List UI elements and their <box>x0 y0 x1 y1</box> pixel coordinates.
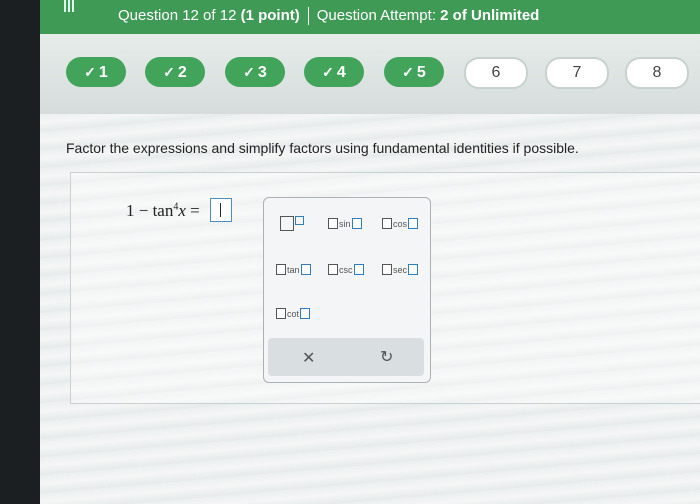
clear-icon[interactable]: ✕ <box>302 348 315 368</box>
sec-template-button[interactable]: sec <box>382 264 419 276</box>
check-icon: ✓ <box>402 64 414 80</box>
question-counter: Question 12 of 12 <box>118 7 237 24</box>
check-icon: ✓ <box>322 64 334 80</box>
question-instruction: Factor the expressions and simplify fact… <box>66 140 579 156</box>
undo-icon[interactable]: ↻ <box>380 347 393 367</box>
csc-template-button[interactable]: csc <box>328 264 364 276</box>
question-7-button[interactable]: 7 <box>545 57 609 89</box>
equation-label: 1 − tan4x = <box>126 201 200 220</box>
points-label: (1 point) <box>240 7 300 24</box>
question-nav: ✓ 1 ✓ 2 ✓ 3 ✓ 4 ✓ 5 6 7 8 <box>0 57 700 91</box>
power-template-button[interactable] <box>280 216 304 233</box>
question-1-button[interactable]: ✓ 1 <box>66 57 126 87</box>
question-6-button[interactable]: 6 <box>464 57 528 89</box>
answer-input[interactable] <box>210 198 232 222</box>
cot-template-button[interactable]: cot <box>276 308 311 320</box>
question-3-button[interactable]: ✓ 3 <box>225 57 285 87</box>
check-icon: ✓ <box>243 64 255 80</box>
header-title: Question 12 of 12 (1 point) Question Atte… <box>118 7 540 26</box>
tan-template-button[interactable]: tan <box>276 264 311 276</box>
header-separator <box>307 7 309 26</box>
text-caret <box>220 203 221 217</box>
menu-icon[interactable] <box>64 0 76 12</box>
question-2-button[interactable]: ✓ 2 <box>145 57 205 87</box>
math-palette: sin cos tan csc sec cot ✕ ↻ <box>263 197 431 383</box>
cos-template-button[interactable]: cos <box>382 218 419 230</box>
question-8-button[interactable]: 8 <box>625 57 689 89</box>
check-icon: ✓ <box>84 64 96 80</box>
attempt-value: 2 of Unlimited <box>440 7 540 24</box>
palette-footer: ✕ ↻ <box>268 338 424 376</box>
sin-template-button[interactable]: sin <box>328 218 362 230</box>
header-bar: Question 12 of 12 (1 point) Question Atte… <box>40 0 700 34</box>
attempt-label: Question Attempt: <box>316 7 436 24</box>
question-5-button[interactable]: ✓ 5 <box>384 57 444 87</box>
check-icon: ✓ <box>163 64 175 80</box>
question-4-button[interactable]: ✓ 4 <box>304 57 364 87</box>
